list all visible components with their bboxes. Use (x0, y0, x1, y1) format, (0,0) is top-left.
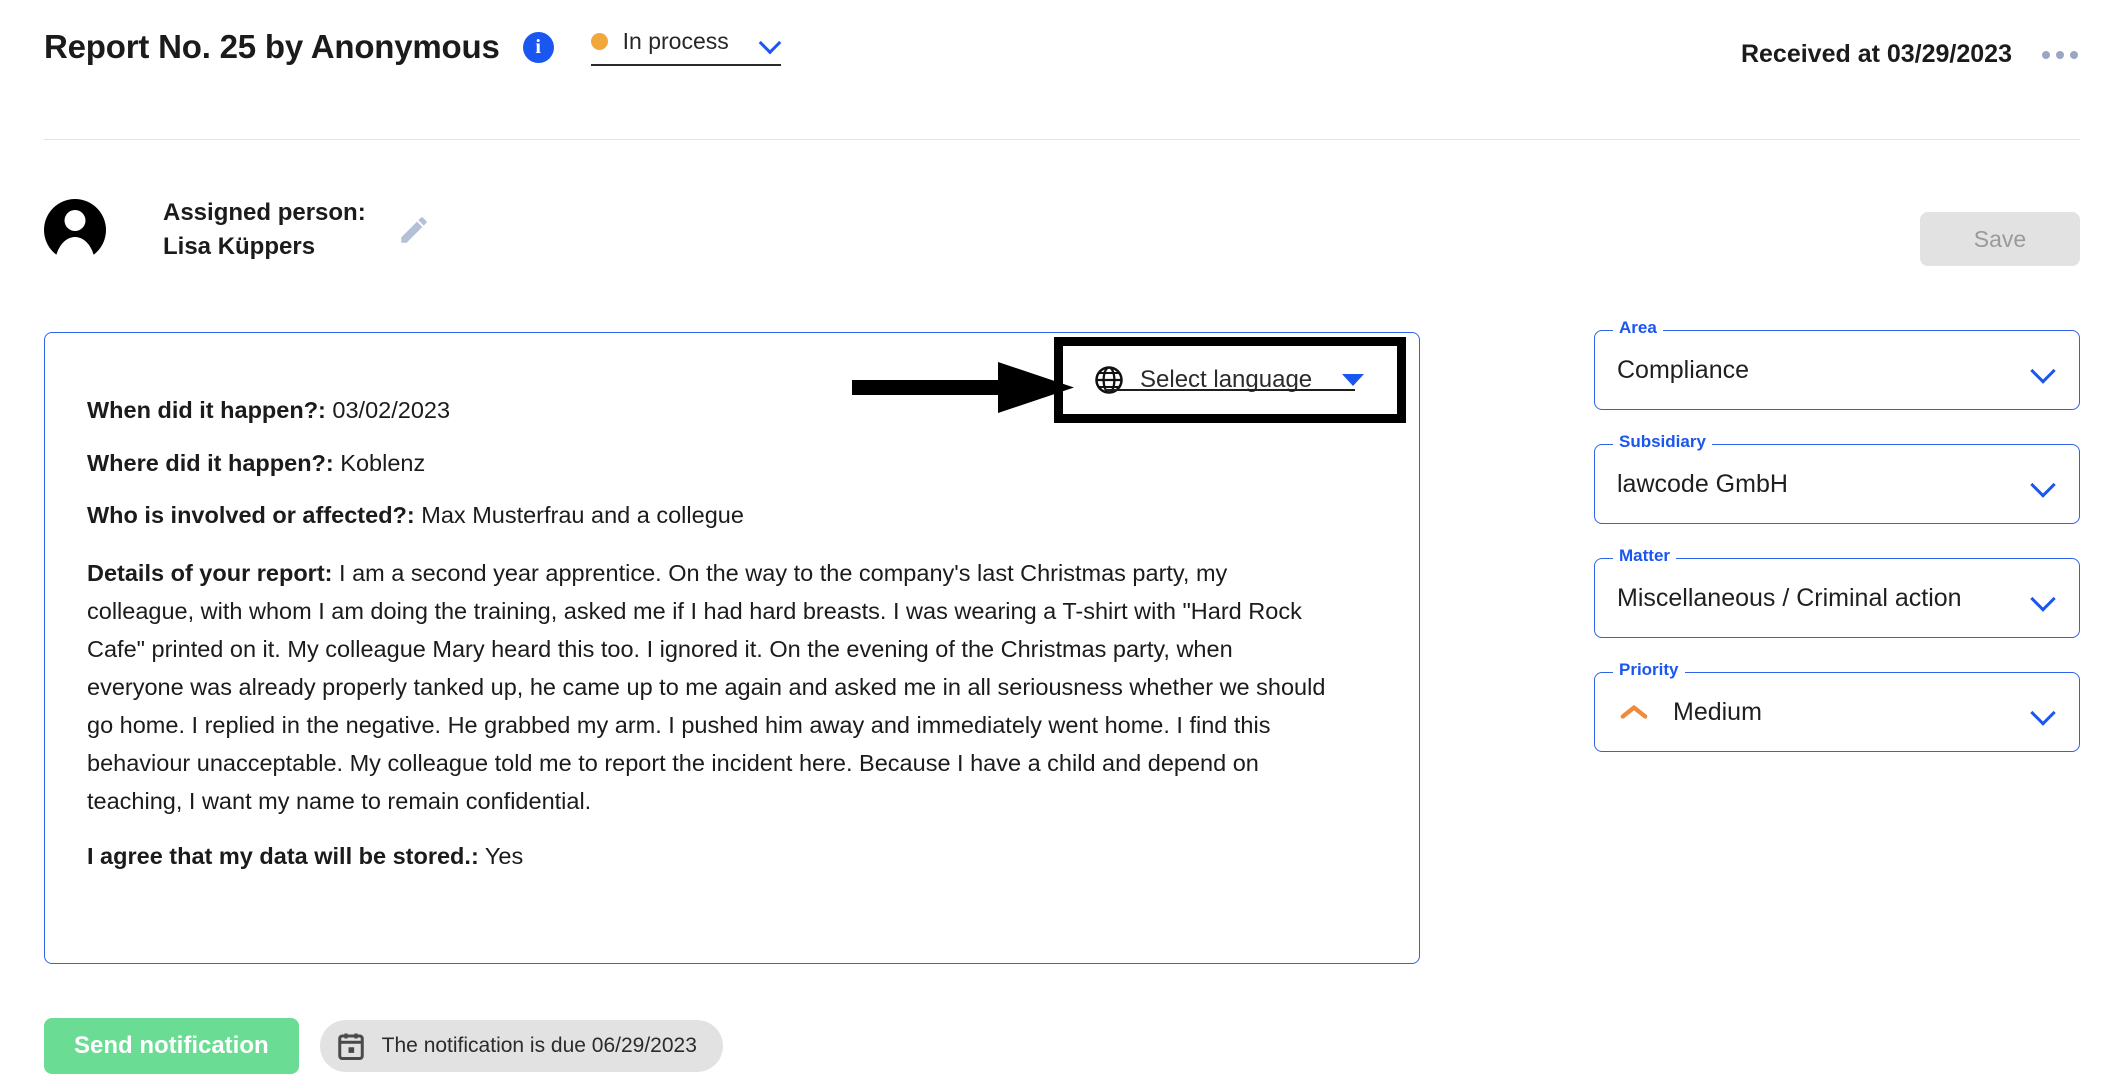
area-value: Compliance (1617, 355, 1750, 384)
area-dropdown[interactable]: Area Compliance (1594, 319, 2080, 410)
notification-due-text: The notification is due 06/29/2023 (381, 1034, 697, 1057)
report-field-details-value: I am a second year apprentice. On the wa… (87, 559, 1326, 815)
notification-due-chip[interactable]: The notification is due 06/29/2023 (319, 1020, 723, 1072)
report-field-details-label: Details of your report: (87, 559, 333, 586)
avatar (44, 199, 106, 262)
header-left-group: Report No. 25 by Anonymous i In process (44, 28, 781, 66)
report-field-consent-value: Yes (478, 843, 524, 870)
triangle-down-icon (1342, 374, 1364, 386)
annotation-arrow-icon (852, 358, 1074, 416)
matter-value: Miscellaneous / Criminal action (1617, 583, 1962, 612)
report-field-when-value: 03/02/2023 (325, 397, 451, 423)
report-field-who: Who is involved or affected?: Max Muster… (87, 501, 1395, 530)
priority-dropdown[interactable]: Priority Medium (1594, 661, 2080, 752)
assigned-person-name: Lisa Küppers (163, 233, 316, 261)
header-right-group: Received at 03/29/2023 (1741, 40, 2080, 69)
page-footer: Send notification The notification is du… (44, 1018, 723, 1074)
report-detail-page: Report No. 25 by Anonymous i In process … (0, 0, 2124, 1092)
report-field-who-value: Max Musterfrau and a collegue (414, 502, 744, 529)
send-notification-button[interactable]: Send notification (44, 1018, 299, 1074)
chevron-down-icon (2031, 588, 2057, 614)
save-button[interactable]: Save (1920, 212, 2080, 266)
report-field-where-value: Koblenz (333, 449, 426, 476)
priority-value: Medium (1673, 697, 1762, 726)
report-field-who-label: Who is involved or affected?: (87, 502, 415, 529)
info-icon[interactable]: i (522, 31, 554, 63)
report-field-consent-label: I agree that my data will be stored.: (87, 843, 479, 870)
report-field-where: Where did it happen?: Koblenz (87, 449, 1395, 478)
status-label: In process (622, 28, 729, 54)
header-divider (44, 139, 2080, 140)
report-field-when: When did it happen?: 03/02/2023 (87, 396, 1395, 425)
status-dropdown[interactable]: In process (590, 28, 781, 66)
report-field-consent: I agree that my data will be stored.: Ye… (87, 842, 1395, 871)
report-field-where-label: Where did it happen?: (87, 449, 334, 476)
subsidiary-dropdown[interactable]: Subsidiary lawcode GmbH (1594, 433, 2080, 524)
report-field-when-label: When did it happen?: (87, 397, 326, 423)
received-date: Received at 03/29/2023 (1740, 40, 2012, 68)
chevron-down-icon (759, 31, 781, 53)
status-dot-icon (590, 33, 608, 50)
ellipsis-icon[interactable] (2040, 43, 2080, 67)
report-content-card: Select language When did it happen?: 03/… (44, 332, 1420, 964)
page-header: Report No. 25 by Anonymous i In process … (0, 0, 2124, 140)
chevron-down-icon (2031, 360, 2057, 386)
priority-medium-chevron-icon (1617, 702, 1651, 722)
chevron-down-icon (2031, 474, 2057, 500)
matter-dropdown[interactable]: Matter Miscellaneous / Criminal action (1594, 547, 2080, 638)
subsidiary-value: lawcode GmbH (1617, 469, 1788, 498)
assigned-person-text: Assigned person: Lisa Küppers (163, 196, 366, 264)
chevron-down-icon (2031, 702, 2057, 728)
calendar-icon (336, 1031, 366, 1061)
pencil-icon[interactable] (397, 213, 431, 247)
report-body: When did it happen?: 03/02/2023 Where di… (87, 396, 1395, 871)
page-title: Report No. 25 by Anonymous (44, 28, 500, 65)
report-field-details: Details of your report: I am a second ye… (87, 554, 1332, 820)
assigned-person-row: Assigned person: Lisa Küppers (44, 196, 431, 264)
metadata-side-panel: Area Compliance Subsidiary lawcode GmbH … (1594, 319, 2080, 752)
select-language-underline (1105, 389, 1355, 391)
priority-value-group: Medium (1617, 673, 2005, 751)
assigned-person-label: Assigned person: (163, 199, 366, 226)
